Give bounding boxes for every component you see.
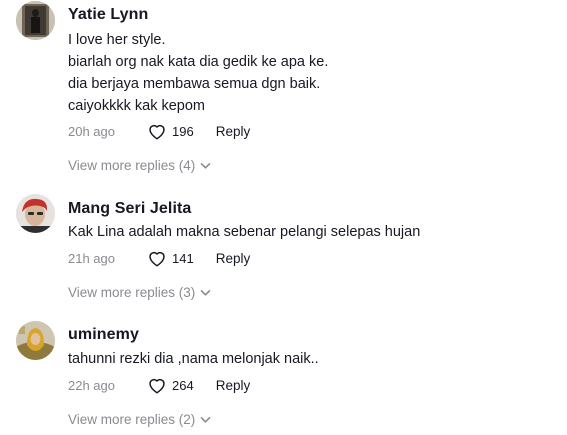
comment-meta: 20h ago 196 Reply (68, 121, 250, 141)
chevron-down-icon (200, 416, 211, 423)
comment-username[interactable]: Mang Seri Jelita (68, 200, 191, 218)
heart-outline-icon (149, 124, 165, 140)
comment-time: 21h ago (68, 250, 115, 266)
heart-outline-icon (149, 251, 165, 267)
avatar[interactable] (16, 194, 55, 233)
like-button[interactable]: 264 (147, 376, 194, 394)
view-more-replies[interactable]: View more replies (2) (68, 412, 211, 427)
comment-text-line: tahunni rezki dia ,nama melonjak naik.. (68, 351, 319, 367)
comment-text-line: biarlah org nak kata dia gedik ke apa ke… (68, 54, 329, 70)
view-more-replies-label: View more replies (4) (68, 158, 196, 173)
view-more-replies[interactable]: View more replies (3) (68, 285, 211, 300)
like-button[interactable]: 141 (147, 249, 194, 267)
comment-time: 22h ago (68, 377, 115, 393)
comment-time: 20h ago (68, 123, 115, 139)
reply-button[interactable]: Reply (216, 124, 251, 139)
comment-username[interactable]: Yatie Lynn (68, 6, 148, 24)
avatar[interactable] (16, 321, 55, 360)
like-count: 141 (172, 250, 194, 266)
comment-username[interactable]: uminemy (68, 326, 139, 344)
like-button[interactable]: 196 (147, 122, 194, 140)
like-count: 196 (172, 123, 194, 139)
comment-meta: 22h ago 264 Reply (68, 375, 250, 395)
view-more-replies-label: View more replies (3) (68, 285, 196, 300)
comment-text-line: caiyokkkk kak kepom (68, 98, 205, 114)
comment-text-line: Kak Lina adalah makna sebenar pelangi se… (68, 224, 421, 240)
reply-button[interactable]: Reply (216, 251, 251, 266)
heart-outline-icon (149, 378, 165, 394)
reply-button[interactable]: Reply (216, 378, 251, 393)
comment-text-line: dia berjaya membawa semua dgn baik. (68, 76, 321, 92)
view-more-replies-label: View more replies (2) (68, 412, 196, 427)
avatar[interactable] (16, 1, 55, 40)
view-more-replies[interactable]: View more replies (4) (68, 158, 211, 173)
chevron-down-icon (200, 162, 211, 169)
comment-meta: 21h ago 141 Reply (68, 248, 250, 268)
like-count: 264 (172, 377, 194, 393)
chevron-down-icon (200, 289, 211, 296)
comment-text-line: I love her style. (68, 32, 166, 48)
